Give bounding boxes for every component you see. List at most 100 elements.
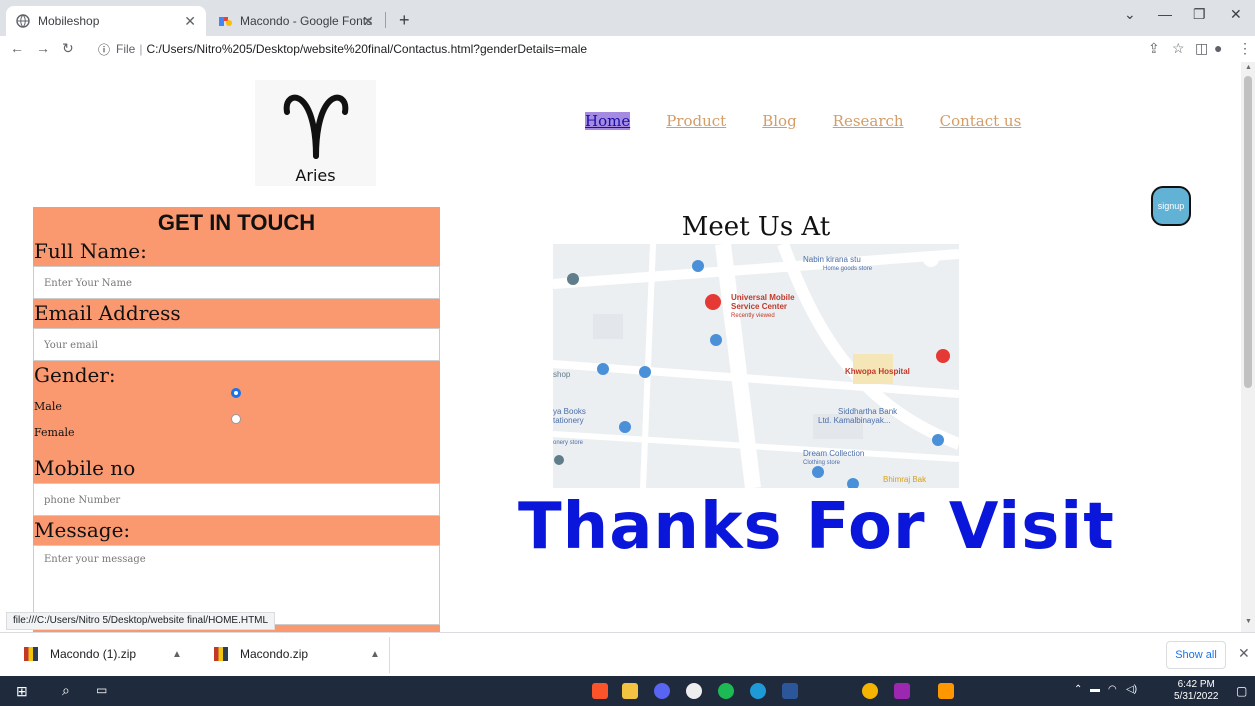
tab-title: Macondo - Google Fonts bbox=[240, 14, 373, 28]
chevron-up-icon[interactable]: ▲ bbox=[370, 649, 380, 660]
map-label-stationery: tationery bbox=[553, 416, 584, 425]
meet-us-heading: Meet Us At bbox=[681, 212, 831, 242]
map-label-books: ya Books bbox=[553, 407, 586, 416]
form-title: GET IN TOUCH bbox=[157, 210, 316, 235]
show-all-button[interactable]: Show all bbox=[1166, 641, 1226, 669]
forward-button[interactable]: → bbox=[36, 40, 50, 56]
map-label-service2: Service Center bbox=[731, 302, 787, 311]
map-label-shop: shop bbox=[553, 370, 571, 379]
bookmark-star-icon[interactable]: ☆ bbox=[1172, 40, 1185, 57]
status-url: file:///C:/Users/Nitro 5/Desktop/website… bbox=[6, 612, 276, 630]
thanks-heading: Thanks For Visit bbox=[518, 490, 1115, 564]
message-label: Message: bbox=[34, 518, 131, 542]
clock-date: 5/31/2022 bbox=[1174, 691, 1219, 702]
brave-icon[interactable] bbox=[592, 683, 608, 699]
signup-button[interactable]: signup bbox=[1151, 186, 1191, 226]
discord-icon[interactable] bbox=[654, 683, 670, 699]
page-scrollbar[interactable]: ▲ ▼ bbox=[1241, 62, 1255, 632]
gender-label: Gender: bbox=[34, 363, 116, 387]
google-fonts-icon bbox=[218, 14, 232, 28]
profile-avatar[interactable]: ● bbox=[1214, 40, 1222, 56]
full-name-label: Full Name: bbox=[34, 239, 147, 263]
map-label-bank2: Ltd. Kamalbinayak... bbox=[818, 416, 890, 425]
full-name-input[interactable]: Enter Your Name bbox=[33, 266, 440, 299]
email-input[interactable]: Your email bbox=[33, 328, 440, 361]
map-label-hospital: Khwopa Hospital bbox=[845, 367, 910, 376]
battery-icon[interactable]: ▬ bbox=[1090, 684, 1100, 695]
globe-icon bbox=[16, 14, 30, 28]
tray-chevron-icon[interactable]: ⌃ bbox=[1074, 684, 1082, 695]
tab-macondo[interactable]: Macondo - Google Fonts ✕ bbox=[208, 6, 384, 36]
sublime-icon[interactable] bbox=[938, 683, 954, 699]
female-radio[interactable] bbox=[231, 414, 241, 424]
taskbar-clock[interactable]: 6:42 PM 5/31/2022 bbox=[1174, 679, 1219, 703]
nav-blog[interactable]: Blog bbox=[762, 112, 796, 130]
scroll-thumb[interactable] bbox=[1244, 76, 1252, 388]
word-icon[interactable] bbox=[782, 683, 798, 699]
search-icon[interactable]: ⌕ bbox=[62, 682, 70, 699]
tab-search-icon[interactable]: ⌄ bbox=[1124, 6, 1136, 23]
main-nav: Home Product Blog Research Contact us bbox=[585, 112, 1021, 130]
download-filename: Macondo.zip bbox=[240, 647, 309, 661]
volume-icon[interactable]: ◁) bbox=[1126, 684, 1137, 695]
tab-divider bbox=[385, 12, 386, 28]
scroll-down-icon[interactable]: ▼ bbox=[1245, 618, 1252, 625]
scroll-up-icon[interactable]: ▲ bbox=[1245, 64, 1252, 71]
file-label: File bbox=[116, 42, 136, 56]
close-window-button[interactable]: ✕ bbox=[1230, 6, 1242, 23]
nav-research[interactable]: Research bbox=[833, 112, 904, 130]
url-text: C:/Users/Nitro%205/Desktop/website%20fin… bbox=[146, 42, 588, 56]
menu-kebab-icon[interactable]: ⋮ bbox=[1238, 40, 1252, 57]
map-label-clothing: Clothing store bbox=[803, 460, 841, 466]
windows-taskbar: ⊞ ⌕ ▭ ⌃ ▬ ◠ ◁) 6:42 PM 5/31/2022 ▢ bbox=[0, 676, 1255, 706]
minimize-button[interactable]: — bbox=[1158, 6, 1172, 22]
task-view-icon[interactable]: ▭ bbox=[96, 683, 107, 697]
contact-form: GET IN TOUCH Full Name: Enter Your Name … bbox=[33, 207, 440, 632]
zip-icon bbox=[214, 647, 228, 661]
address-bar[interactable]: ⓘ File | C:/Users/Nitro%205/Desktop/webs… bbox=[98, 38, 1098, 60]
share-icon[interactable]: ⇪ bbox=[1148, 40, 1160, 57]
info-icon[interactable]: ⓘ bbox=[98, 41, 110, 58]
notifications-icon[interactable]: ▢ bbox=[1236, 684, 1247, 698]
download-item[interactable]: Macondo (1).zip ▲ bbox=[24, 647, 182, 661]
emoji-icon[interactable] bbox=[686, 683, 702, 699]
nav-contact[interactable]: Contact us bbox=[940, 112, 1022, 130]
windows-start-icon[interactable]: ⊞ bbox=[16, 683, 28, 700]
zip-icon bbox=[24, 647, 38, 661]
nav-product[interactable]: Product bbox=[666, 112, 726, 130]
close-icon[interactable]: ✕ bbox=[362, 13, 374, 30]
aries-logo: Aries bbox=[255, 80, 376, 186]
tab-strip: Mobileshop ✕ Macondo - Google Fonts ✕ + … bbox=[0, 0, 1255, 36]
nav-home[interactable]: Home bbox=[585, 112, 631, 130]
map-label-store: Nabin kirana stu bbox=[803, 255, 861, 264]
download-divider bbox=[389, 637, 390, 673]
browser-toolbar: ← → ↻ ⓘ File | C:/Users/Nitro%205/Deskto… bbox=[0, 36, 1255, 62]
reload-button[interactable]: ↻ bbox=[62, 40, 74, 57]
app-icon[interactable] bbox=[894, 683, 910, 699]
map-label-bhimraj: Bhimraj Bak bbox=[883, 475, 927, 484]
map-label-store-left: onery store bbox=[553, 440, 584, 446]
close-icon[interactable]: ✕ bbox=[184, 13, 196, 30]
back-button[interactable]: ← bbox=[10, 40, 24, 56]
chevron-up-icon[interactable]: ▲ bbox=[172, 649, 182, 660]
gender-group: Male Female bbox=[33, 388, 440, 460]
tab-mobileshop[interactable]: Mobileshop ✕ bbox=[6, 6, 206, 36]
side-panel-icon[interactable]: ◫ bbox=[1195, 40, 1208, 57]
female-option-label: Female bbox=[34, 426, 75, 439]
male-radio[interactable] bbox=[231, 388, 241, 398]
maximize-button[interactable]: ❐ bbox=[1193, 6, 1206, 23]
new-tab-button[interactable]: + bbox=[399, 10, 410, 31]
map-label-recent: Recently viewed bbox=[731, 313, 775, 319]
mobile-input[interactable]: phone Number bbox=[33, 483, 440, 516]
file-explorer-icon[interactable] bbox=[622, 683, 638, 699]
chrome-icon[interactable] bbox=[862, 683, 878, 699]
close-downloads-icon[interactable]: ✕ bbox=[1238, 645, 1250, 662]
map-label-store-type: Home goods store bbox=[823, 266, 873, 272]
spotify-icon[interactable] bbox=[718, 683, 734, 699]
location-map[interactable]: Nabin kirana stu Home goods store Univer… bbox=[553, 244, 959, 488]
edge-icon[interactable] bbox=[750, 683, 766, 699]
wifi-icon[interactable]: ◠ bbox=[1108, 684, 1117, 695]
download-item[interactable]: Macondo.zip ▲ bbox=[214, 647, 380, 661]
web-page: Aries Home Product Blog Research Contact… bbox=[0, 62, 1241, 632]
map-label-bank: Siddhartha Bank bbox=[838, 407, 898, 416]
